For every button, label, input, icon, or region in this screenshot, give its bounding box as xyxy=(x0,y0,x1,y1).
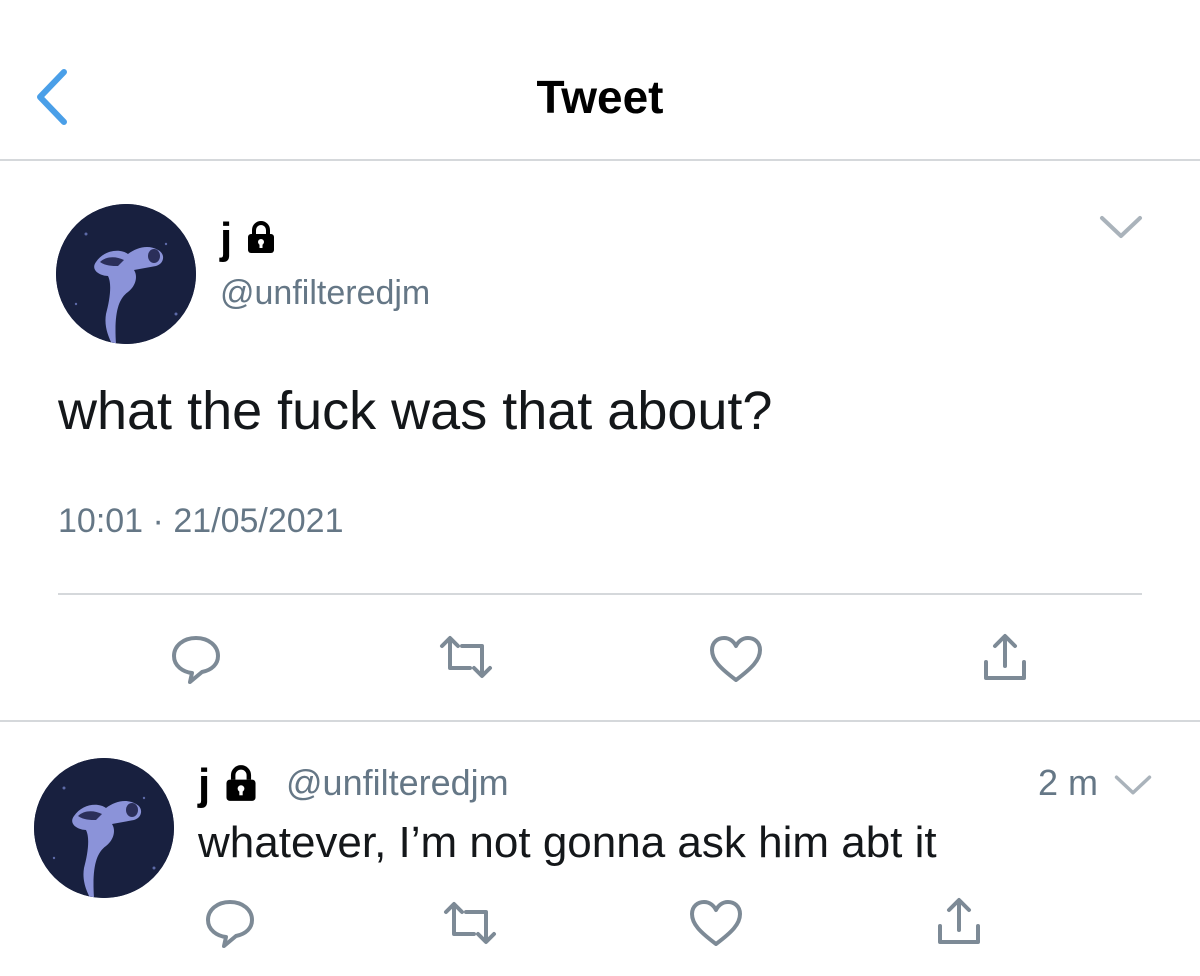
top-bar: Tweet xyxy=(0,0,1200,160)
timestamp-separator: · xyxy=(152,502,164,540)
tweet-date: 21/05/2021 xyxy=(173,502,344,540)
share-icon[interactable] xyxy=(936,896,982,948)
reply-handle[interactable]: @unfilteredjm xyxy=(286,762,509,804)
lock-icon xyxy=(226,765,256,802)
like-icon[interactable] xyxy=(708,634,764,684)
display-name[interactable]: j xyxy=(220,214,276,264)
tweet-time: 10:01 xyxy=(58,502,144,540)
reply-text: whatever, I’m not gonna ask him abt it xyxy=(198,818,937,867)
retweet-icon[interactable] xyxy=(436,632,496,682)
reply-time-ago: 2 m xyxy=(1038,762,1099,803)
display-name-text: j xyxy=(198,760,211,809)
reply-avatar[interactable] xyxy=(34,758,174,898)
chevron-down-icon[interactable] xyxy=(1098,212,1144,242)
section-divider xyxy=(0,720,1200,722)
avatar-image xyxy=(56,204,196,344)
reply-icon[interactable] xyxy=(168,630,224,686)
timestamp[interactable]: 10:01 · 21/05/2021 xyxy=(58,502,344,541)
retweet-icon[interactable] xyxy=(440,898,500,948)
reply-icon[interactable] xyxy=(202,894,258,950)
lock-icon xyxy=(248,221,275,254)
like-icon[interactable] xyxy=(688,898,744,948)
avatar-image xyxy=(34,758,174,898)
header-divider xyxy=(0,159,1200,161)
handle[interactable]: @unfilteredjm xyxy=(220,274,430,313)
page-title: Tweet xyxy=(536,71,664,123)
display-name-text: j xyxy=(220,214,233,263)
tweet-divider xyxy=(58,593,1142,595)
reply-display-name[interactable]: j xyxy=(198,760,258,810)
avatar[interactable] xyxy=(56,204,196,344)
tweet-text: what the fuck was that about? xyxy=(58,381,773,441)
share-icon[interactable] xyxy=(982,632,1028,684)
chevron-down-icon[interactable] xyxy=(1112,772,1154,798)
